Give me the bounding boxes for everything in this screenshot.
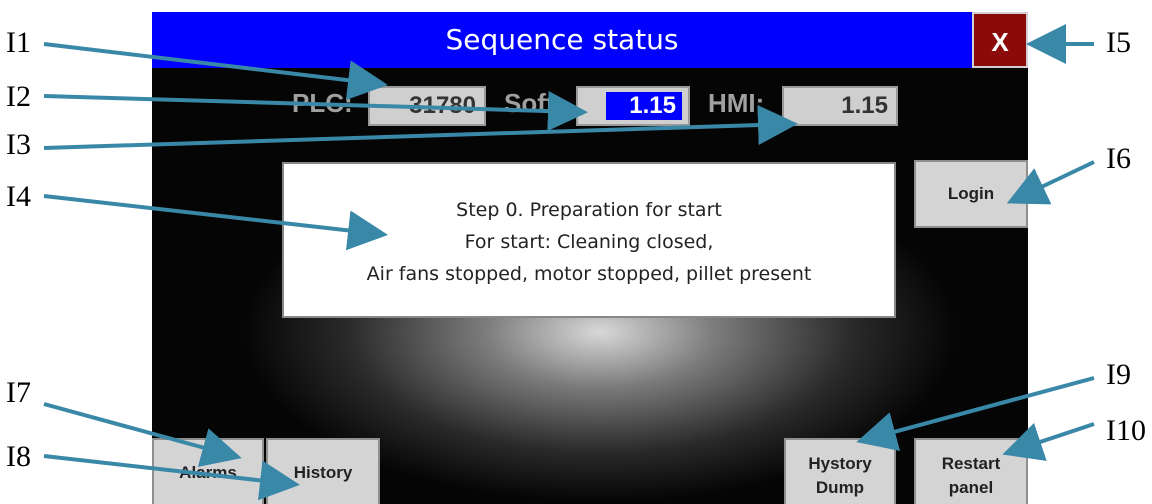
- arrow-i4: [43, 194, 388, 251]
- arrow-i3: [43, 105, 798, 150]
- arrow-i8: [43, 454, 300, 501]
- callout-arrows: [43, 24, 1095, 501]
- arrow-i1: [43, 42, 388, 101]
- arrow-i10: [1002, 422, 1095, 461]
- arrow-i7: [43, 402, 242, 467]
- arrow-i2: [43, 91, 588, 132]
- arrow-i9: [856, 376, 1095, 451]
- arrow-i6: [1006, 160, 1095, 205]
